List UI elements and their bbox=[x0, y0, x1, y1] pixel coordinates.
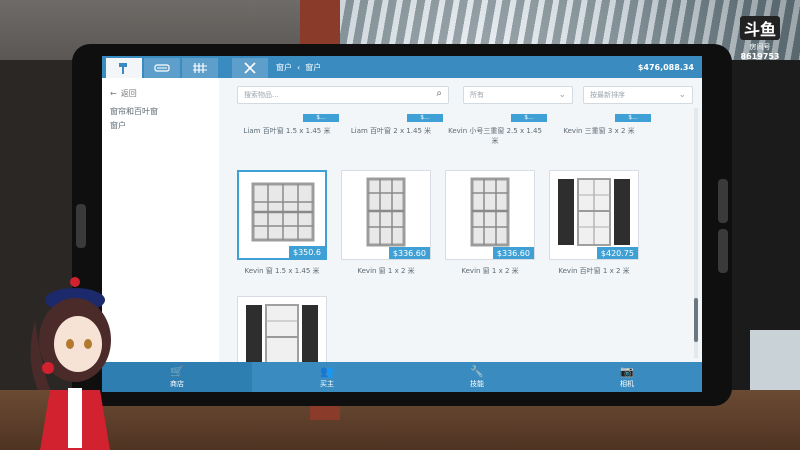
sort-placeholder: 按最新排序 bbox=[590, 91, 625, 99]
tools-icon bbox=[244, 62, 256, 74]
window-thumbnail bbox=[470, 177, 510, 247]
tab-tools[interactable] bbox=[232, 58, 268, 78]
tab-hammer[interactable] bbox=[106, 58, 142, 78]
sort-dropdown[interactable]: 按最新排序 ⌄ bbox=[583, 86, 693, 104]
window-thumbnail bbox=[251, 182, 315, 242]
room-id: 8619753 bbox=[740, 52, 780, 61]
nav-camera[interactable]: 📷 相机 bbox=[552, 362, 702, 392]
tab-fence[interactable] bbox=[182, 58, 218, 78]
sidebar-item-curtains[interactable]: 窗帘和百叶窗 bbox=[110, 106, 158, 117]
sidebar-item-windows[interactable]: 窗户 bbox=[110, 120, 126, 131]
product-row-partial: $... Liam 百叶窗 1.5 x 1.45 米 $... Liam 百叶窗… bbox=[219, 114, 702, 145]
breadcrumb-root[interactable]: 窗户 bbox=[276, 62, 292, 73]
price-tag: $... bbox=[407, 114, 443, 122]
product-name[interactable]: Kevin 三重窗 3 x 2 米 bbox=[549, 126, 649, 136]
product-name: Kevin 窗 1 x 2 米 bbox=[461, 267, 519, 275]
wrench-icon: 🔧 bbox=[470, 364, 484, 378]
arrow-left-icon: ← bbox=[110, 89, 117, 98]
product-card-kevin-shutter-window[interactable]: $420.75 bbox=[549, 170, 639, 260]
product-name[interactable]: Kevin 小号三重窗 2.5 x 1.45 米 bbox=[445, 126, 545, 146]
product-name[interactable]: Liam 百叶窗 2 x 1.45 米 bbox=[341, 126, 441, 136]
breadcrumb-current: 窗户 bbox=[305, 62, 322, 72]
people-icon: 👥 bbox=[320, 364, 334, 378]
nav-label: 买主 bbox=[320, 379, 334, 388]
camera-icon: 📷 bbox=[620, 364, 634, 378]
price-tag: $... bbox=[303, 114, 339, 122]
price-tag: $420.75 bbox=[596, 247, 638, 259]
douyu-watermark: 斗鱼 房间号 8619753 bbox=[740, 16, 780, 61]
product-card-kevin-window-1[interactable]: $350.6 bbox=[237, 170, 327, 260]
back-label: 返回 bbox=[120, 89, 137, 98]
product-name: Kevin 百叶窗 1 x 2 米 bbox=[558, 267, 630, 275]
product-name: Kevin 窗 1.5 x 1.45 米 bbox=[244, 267, 320, 275]
back-button[interactable]: ← 返回 bbox=[110, 88, 137, 99]
product-card-kevin-window-3[interactable]: $336.60 bbox=[445, 170, 535, 260]
tablet-side-button bbox=[718, 229, 728, 273]
chevron-down-icon: ⌄ bbox=[678, 90, 686, 100]
search-placeholder: 搜索物品... bbox=[244, 91, 279, 99]
nav-label: 商店 bbox=[170, 379, 184, 388]
fence-icon bbox=[193, 63, 207, 73]
price-tag: $336.60 bbox=[492, 247, 534, 259]
nav-label: 技能 bbox=[470, 379, 484, 388]
cart-icon: 🛒 bbox=[170, 364, 184, 378]
price-tag: $... bbox=[615, 114, 651, 122]
shutter-window-thumbnail bbox=[246, 304, 318, 362]
tablet-side-button bbox=[76, 204, 86, 248]
price-tag: $336.60 bbox=[388, 247, 430, 259]
product-area: 搜索物品... ⌕ 所有 ⌄ 按最新排序 ⌄ $... Liam 百叶窗 1.5… bbox=[219, 78, 702, 362]
price-tag: $350.6 bbox=[289, 246, 325, 258]
search-input[interactable]: 搜索物品... ⌕ bbox=[237, 86, 449, 104]
hammer-icon bbox=[119, 63, 127, 74]
nav-label: 相机 bbox=[620, 379, 634, 388]
product-card-kevin-window-2[interactable]: $336.60 bbox=[341, 170, 431, 260]
balance: $476,088.34 bbox=[637, 62, 694, 72]
price-tag: $... bbox=[511, 114, 547, 122]
chevron-left-icon: ‹ bbox=[297, 62, 301, 72]
scrollbar-thumb[interactable] bbox=[694, 298, 698, 342]
scrollbar[interactable] bbox=[694, 108, 698, 358]
breadcrumb: 窗户 ‹ 窗户 bbox=[276, 56, 321, 78]
product-card-partial[interactable] bbox=[237, 296, 327, 362]
nav-buyers[interactable]: 👥 买主 bbox=[252, 362, 402, 392]
streamer-avatar bbox=[30, 277, 111, 450]
tab-paint[interactable] bbox=[144, 58, 180, 78]
search-icon[interactable]: ⌕ bbox=[436, 88, 442, 99]
category-placeholder: 所有 bbox=[470, 91, 484, 99]
tablet-screen: 窗户 ‹ 窗户 $476,088.34 ← 返回 窗帘和百叶窗 窗户 搜索物品.… bbox=[102, 56, 702, 392]
product-name: Kevin 窗 1 x 2 米 bbox=[357, 267, 415, 275]
bottom-nav: 🛒 商店 👥 买主 🔧 技能 📷 相机 bbox=[102, 362, 702, 392]
nav-skills[interactable]: 🔧 技能 bbox=[402, 362, 552, 392]
tablet-side-button bbox=[718, 179, 728, 223]
douyu-logo: 斗鱼 bbox=[740, 16, 780, 40]
shutter-window-thumbnail bbox=[558, 178, 630, 246]
room-label: 房间号 bbox=[749, 43, 771, 51]
window-thumbnail bbox=[366, 177, 406, 247]
category-dropdown[interactable]: 所有 ⌄ bbox=[463, 86, 573, 104]
chevron-down-icon: ⌄ bbox=[558, 90, 566, 100]
paint-icon bbox=[154, 64, 170, 72]
top-bar: 窗户 ‹ 窗户 $476,088.34 bbox=[102, 56, 702, 78]
tablet-device: 窗户 ‹ 窗户 $476,088.34 ← 返回 窗帘和百叶窗 窗户 搜索物品.… bbox=[72, 44, 732, 406]
product-name[interactable]: Liam 百叶窗 1.5 x 1.45 米 bbox=[237, 126, 337, 136]
